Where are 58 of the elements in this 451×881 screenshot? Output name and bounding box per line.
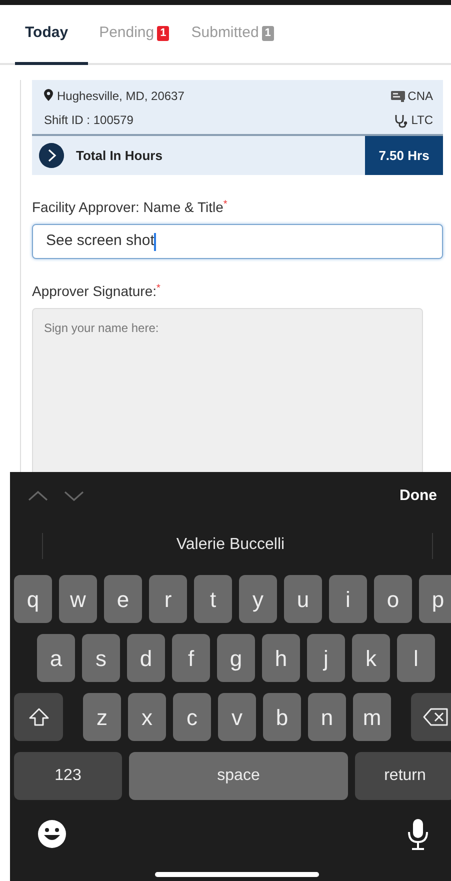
key[interactable]: m (353, 693, 391, 741)
space-key[interactable]: space (129, 752, 348, 800)
shift-key[interactable] (14, 693, 63, 741)
signature-pad[interactable]: Sign your name here: (32, 308, 423, 472)
key[interactable]: j (307, 634, 345, 682)
key[interactable]: f (172, 634, 210, 682)
key[interactable]: q (14, 575, 52, 623)
key[interactable]: s (82, 634, 120, 682)
shift-arrow-icon (28, 708, 48, 726)
tab[interactable]: Submitted 1 (180, 5, 285, 65)
suggestion-button[interactable]: Valerie Buccelli (170, 532, 291, 558)
done-button[interactable]: Done (394, 484, 443, 508)
location-pin-icon (44, 89, 53, 101)
numbers-key[interactable]: 123 (14, 752, 122, 800)
location-text: Hughesville, MD, 20637 (57, 89, 184, 103)
stethoscope-icon (394, 114, 408, 128)
id-card-icon (390, 91, 405, 102)
chevron-right-icon[interactable] (39, 143, 64, 168)
key[interactable]: n (308, 693, 346, 741)
total-label: Total In Hours (76, 146, 162, 165)
tab[interactable]: Pending 1 (88, 5, 180, 65)
count-badge: 1 (157, 26, 170, 41)
key[interactable]: u (284, 575, 322, 623)
key[interactable]: i (329, 575, 367, 623)
key[interactable]: r (149, 575, 187, 623)
key[interactable]: e (104, 575, 142, 623)
setting-text: LTC (411, 113, 433, 127)
total-hours-value: 7.50 Hrs (365, 136, 443, 175)
key[interactable]: p (419, 575, 451, 623)
backspace-icon (422, 708, 448, 726)
key[interactable]: t (194, 575, 232, 623)
key[interactable]: h (262, 634, 300, 682)
microphone-icon[interactable] (407, 818, 429, 850)
chevron-up-icon[interactable] (28, 490, 48, 502)
key[interactable]: d (127, 634, 165, 682)
key[interactable]: l (397, 634, 435, 682)
key[interactable]: x (128, 693, 166, 741)
key[interactable]: o (374, 575, 412, 623)
delete-key[interactable] (411, 693, 451, 741)
tab[interactable]: Today (15, 5, 88, 65)
field-label: Facility Approver: Name & Title* (32, 198, 228, 217)
role-text: CNA (408, 89, 433, 103)
key[interactable]: z (83, 693, 121, 741)
return-key[interactable]: return (355, 752, 451, 800)
key[interactable]: y (239, 575, 277, 623)
key[interactable]: c (173, 693, 211, 741)
shift-id-text: Shift ID : 100579 (44, 112, 134, 129)
name-title-field[interactable]: See screen shot (32, 224, 443, 259)
key[interactable]: w (59, 575, 97, 623)
emoji-icon[interactable] (37, 819, 67, 849)
key[interactable]: k (352, 634, 390, 682)
key[interactable]: b (263, 693, 301, 741)
key[interactable]: v (218, 693, 256, 741)
key[interactable]: a (37, 634, 75, 682)
field-label: Approver Signature:* (32, 282, 162, 301)
chevron-down-icon[interactable] (64, 490, 84, 502)
key[interactable]: g (217, 634, 255, 682)
count-badge: 1 (262, 26, 274, 41)
